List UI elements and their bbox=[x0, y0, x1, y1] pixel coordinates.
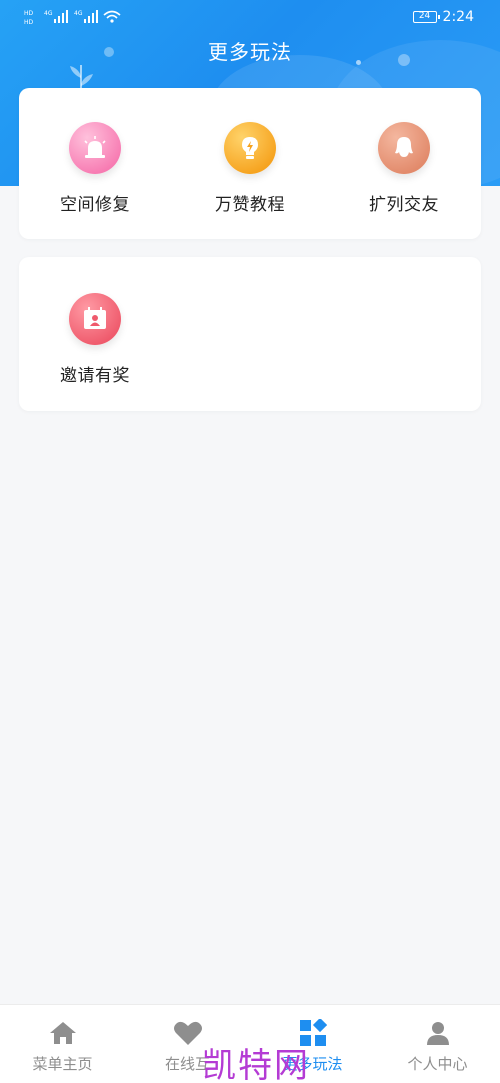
tab-menu-home[interactable]: 菜单主页 bbox=[0, 1019, 125, 1074]
penguin-icon bbox=[378, 122, 430, 174]
make-friends-tile[interactable]: 扩列交友 bbox=[344, 122, 464, 215]
battery-icon: 24 bbox=[412, 11, 440, 23]
watermark: 凯特网 bbox=[202, 1046, 310, 1083]
svg-text:HD: HD bbox=[24, 19, 34, 26]
home-icon bbox=[0, 1019, 125, 1047]
tile-label: 万赞教程 bbox=[215, 195, 285, 215]
space-repair-tile[interactable]: 空间修复 bbox=[35, 122, 155, 215]
clock: 2:24 bbox=[442, 9, 474, 25]
feature-card: 邀请有奖 bbox=[19, 257, 481, 411]
page-title: 更多玩法 bbox=[208, 40, 292, 64]
signal-icon: HD HD 4G 4G bbox=[24, 10, 121, 26]
tile-label: 空间修复 bbox=[60, 195, 130, 215]
network-label: 4G bbox=[44, 10, 53, 17]
user-icon bbox=[375, 1019, 500, 1047]
calendar-user-icon bbox=[69, 293, 121, 345]
status-bar: HD HD 4G 4G 24 2:24 bbox=[0, 0, 500, 34]
feature-card: 空间修复 万赞教程 扩列交友 bbox=[19, 88, 481, 239]
tab-label: 个人中心 bbox=[407, 1055, 468, 1073]
lightbulb-icon bbox=[224, 122, 276, 174]
tile-label: 邀请有奖 bbox=[60, 366, 130, 386]
tab-personal-center[interactable]: 个人中心 bbox=[375, 1019, 500, 1074]
invite-reward-tile[interactable]: 邀请有奖 bbox=[35, 293, 155, 386]
tab-label: 菜单主页 bbox=[32, 1055, 93, 1073]
svg-text:4G: 4G bbox=[74, 10, 83, 17]
tile-label: 扩列交友 bbox=[369, 195, 439, 215]
likes-tutorial-tile[interactable]: 万赞教程 bbox=[190, 122, 310, 215]
svg-text:HD: HD bbox=[24, 10, 34, 17]
siren-icon bbox=[69, 122, 121, 174]
